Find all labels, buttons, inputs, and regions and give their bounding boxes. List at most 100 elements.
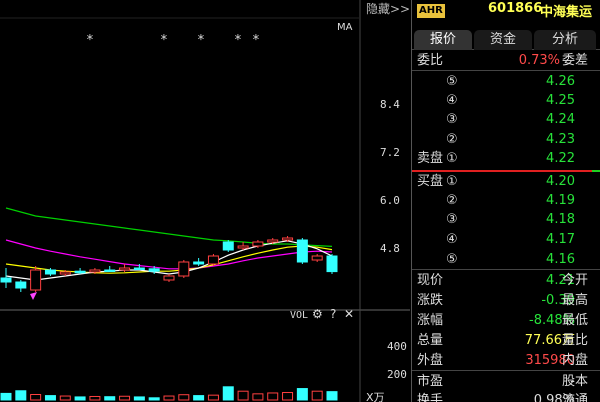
- stat-label-2: 最高: [562, 293, 589, 308]
- volume-bar: [44, 395, 56, 401]
- candle-body: [148, 268, 160, 272]
- divider: [412, 269, 600, 270]
- stat-label: 涨幅: [417, 313, 444, 328]
- volume-bar: [178, 394, 190, 401]
- stat-row: 换手 0.98% 流通: [412, 391, 600, 402]
- volume-unit-label: X万: [366, 391, 385, 402]
- volume-bar: [252, 393, 264, 401]
- bid-row[interactable]: ③ 4.18: [412, 210, 600, 229]
- stock-code: 601866: [488, 1, 543, 16]
- divider: [412, 70, 600, 71]
- bid-price: 4.19: [546, 193, 575, 208]
- stat-label-2: 内盘: [562, 353, 589, 368]
- chart-grid: [0, 0, 410, 402]
- tab-funds[interactable]: 资金: [474, 30, 532, 50]
- event-star-marker[interactable]: *: [234, 33, 242, 48]
- volume-bar: [119, 395, 131, 401]
- bid-row[interactable]: ② 4.19: [412, 191, 600, 210]
- ma60-line: [5, 207, 333, 247]
- stat-label-2: 今开: [562, 273, 589, 288]
- stat-row: 涨幅 -8.48% 最低: [412, 311, 600, 330]
- stat-label: 涨跌: [417, 293, 444, 308]
- ask-price: 4.26: [546, 74, 575, 89]
- candle-body: [89, 269, 101, 273]
- candle-body: [207, 255, 219, 265]
- ask-level: ①: [446, 151, 458, 166]
- volume-axis-tick: 400: [387, 340, 407, 353]
- ask-row[interactable]: 卖盘 ① 4.22: [412, 149, 600, 168]
- candle-body: [282, 237, 294, 241]
- candle-body: [59, 271, 71, 275]
- buy-label: 买盘: [417, 174, 444, 189]
- ask-level: ⑤: [446, 74, 458, 89]
- price-axis-tick: 4.8: [380, 242, 400, 255]
- bid-row[interactable]: 买盘 ① 4.20: [412, 172, 600, 191]
- stat-label: 外盘: [417, 353, 444, 368]
- candle-body: [119, 267, 131, 271]
- ask-level: ②: [446, 132, 458, 147]
- ask-price: 4.24: [546, 112, 575, 127]
- ask-row[interactable]: ⑤ 4.26: [412, 72, 600, 91]
- volume-bar: [267, 392, 279, 401]
- volume-bar: [222, 386, 234, 401]
- bid-price: 4.17: [546, 232, 575, 247]
- volume-indicator-label[interactable]: VOL: [290, 310, 308, 321]
- volume-bar: [0, 392, 12, 401]
- bid-row[interactable]: ⑤ 4.16: [412, 250, 600, 269]
- candle-body: [44, 269, 56, 275]
- stat-label-2: 量比: [562, 333, 589, 348]
- ask-price: 4.25: [546, 93, 575, 108]
- stock-name: 中海集运: [540, 5, 593, 20]
- close-icon[interactable]: ✕: [344, 307, 354, 321]
- candle-body: [178, 261, 190, 277]
- stat-label: 市盈: [417, 374, 444, 389]
- bid-level: ③: [446, 212, 458, 227]
- event-star-marker[interactable]: *: [86, 33, 94, 48]
- candle-body: [30, 269, 42, 291]
- price-axis-tick: 8.4: [380, 98, 400, 111]
- volume-bar: [282, 392, 294, 401]
- quote-panel: AHR 601866 中海集运 报价 资金 分析 委比 0.73% 委差 ⑤ 4…: [411, 0, 600, 402]
- candle-body: [15, 281, 27, 289]
- candle-body: [296, 239, 308, 263]
- marker-arrow-icon: [30, 292, 37, 300]
- ask-row[interactable]: ④ 4.25: [412, 91, 600, 110]
- ma-label[interactable]: MA: [337, 22, 352, 33]
- event-star-marker[interactable]: *: [252, 33, 260, 48]
- stat-label-2: 流通: [562, 393, 589, 402]
- ask-price: 4.23: [546, 132, 575, 147]
- bid-row[interactable]: ④ 4.17: [412, 230, 600, 249]
- ask-row[interactable]: ③ 4.24: [412, 110, 600, 129]
- ask-level: ③: [446, 112, 458, 127]
- tab-analysis[interactable]: 分析: [534, 30, 596, 50]
- bid-level: ②: [446, 193, 458, 208]
- moving-average-lines: [5, 207, 333, 281]
- price-chart[interactable]: [0, 0, 410, 402]
- bid-level: ④: [446, 232, 458, 247]
- candle-body: [311, 255, 323, 261]
- weibi-value: 0.73%: [518, 53, 560, 68]
- bid-price: 4.18: [546, 212, 575, 227]
- volume-bar: [311, 390, 323, 401]
- candle-body: [74, 270, 86, 274]
- stat-label: 现价: [417, 273, 444, 288]
- candle-body: [222, 241, 234, 251]
- volume-bar: [193, 395, 205, 401]
- stat-row: 外盘 315980 内盘: [412, 351, 600, 370]
- sell-label: 卖盘: [417, 151, 444, 166]
- volume-axis-tick: 200: [387, 368, 407, 381]
- volume-bar: [59, 395, 71, 401]
- bid-price: 4.16: [546, 252, 575, 267]
- event-star-marker[interactable]: *: [197, 33, 205, 48]
- ask-row[interactable]: ② 4.23: [412, 130, 600, 149]
- ahr-badge[interactable]: AHR: [417, 4, 445, 18]
- hide-panel-button[interactable]: 隐藏>>: [366, 0, 410, 17]
- price-axis-tick: 7.2: [380, 146, 400, 159]
- settings-gear-icon[interactable]: ⚙: [312, 307, 323, 321]
- weibi-label: 委比: [417, 53, 444, 68]
- stat-row: 现价 4.21 今开: [412, 271, 600, 290]
- event-star-marker[interactable]: *: [160, 33, 168, 48]
- tab-quote[interactable]: 报价: [414, 30, 472, 50]
- volume-bar: [89, 395, 101, 401]
- help-icon[interactable]: ?: [330, 307, 336, 321]
